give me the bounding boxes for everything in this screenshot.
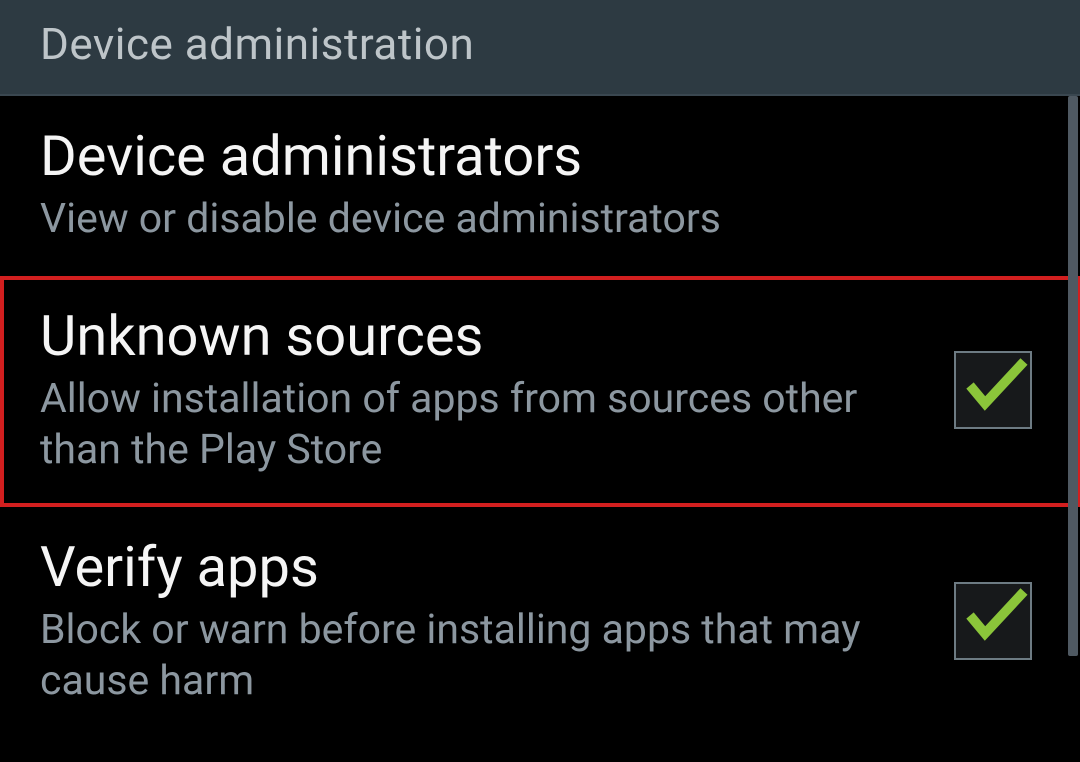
checkbox-verify-apps[interactable] [954,582,1032,660]
setting-title: Verify apps [40,535,934,599]
scrollbar[interactable] [1068,96,1078,656]
setting-text: Verify apps Block or warn before install… [40,535,954,708]
setting-title: Device administrators [40,124,1020,188]
setting-subtitle: View or disable device administrators [40,194,1020,245]
checkmark-icon [958,343,1030,428]
setting-item-verify-apps[interactable]: Verify apps Block or warn before install… [0,507,1080,738]
checkmark-icon [958,573,1030,658]
setting-text: Unknown sources Allow installation of ap… [40,304,954,477]
setting-title: Unknown sources [40,304,934,368]
section-header: Device administration [0,0,1080,96]
setting-item-unknown-sources[interactable]: Unknown sources Allow installation of ap… [0,276,1080,507]
setting-subtitle: Allow installation of apps from sources … [40,374,934,477]
checkbox-unknown-sources[interactable] [954,351,1032,429]
setting-text: Device administrators View or disable de… [40,124,1040,246]
setting-subtitle: Block or warn before installing apps tha… [40,605,934,708]
setting-item-device-administrators[interactable]: Device administrators View or disable de… [0,96,1080,276]
